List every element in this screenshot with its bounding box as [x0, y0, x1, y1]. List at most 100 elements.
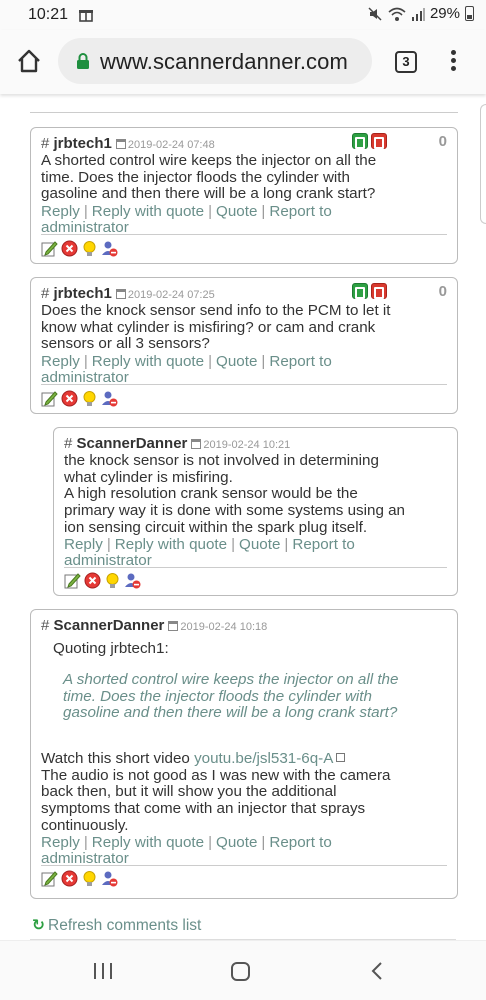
comment-line: symptoms that come with an injector that…: [41, 800, 366, 818]
comment-line: A shorted control wire keeps the injecto…: [41, 152, 377, 169]
reply-with-quote-link[interactable]: Reply with quote: [92, 354, 204, 370]
vote-up-icon[interactable]: [352, 133, 368, 149]
reply-link[interactable]: Reply: [41, 835, 80, 851]
edit-icon[interactable]: [41, 390, 58, 407]
report-link-admin[interactable]: administrator: [64, 552, 152, 568]
quote-link[interactable]: Quote: [216, 354, 257, 370]
comment-line: know what cylinder is misfiring? or cam …: [41, 318, 376, 336]
comment: # ScannerDanner 2019-02-24 10:18 Quoting …: [30, 609, 458, 899]
comment-links: Reply | Reply with quote | Quote | Report to ad…: [64, 537, 355, 567]
comment-date: 2019-02-24 10:21: [203, 439, 291, 451]
comment-permalink[interactable]: #: [41, 617, 49, 634]
comment-permalink[interactable]: #: [64, 435, 72, 452]
delete-icon[interactable]: [84, 572, 101, 589]
vote-up-icon[interactable]: [352, 283, 368, 299]
back-icon[interactable]: [370, 961, 384, 981]
video-link[interactable]: youtu.be/jsl531-6q-A: [194, 750, 333, 767]
quote-line: time. Does the injector floods the cylin…: [63, 687, 372, 705]
reply-with-quote-link[interactable]: Reply with quote: [115, 537, 227, 553]
lightbulb-icon[interactable]: [81, 870, 98, 887]
comment-actions: [64, 572, 141, 589]
report-link-admin[interactable]: administrator: [41, 219, 129, 235]
vote-down-icon[interactable]: [371, 133, 387, 149]
home-nav-icon[interactable]: [231, 962, 250, 981]
comment-line: gasoline and then there will be a long c…: [41, 185, 376, 203]
comment-line: sensors or all 3 sensors?: [41, 335, 210, 353]
comments-section: # jrbtech1 2019-02-24 07:48 0 A shorted c…: [0, 94, 486, 940]
calendar-icon: [168, 621, 179, 631]
wifi-icon: [388, 7, 406, 21]
reply-with-quote-link[interactable]: Reply with quote: [92, 835, 204, 851]
vote-count: 0: [438, 283, 447, 300]
comment-permalink[interactable]: #: [41, 135, 49, 152]
comment-date: 2019-02-24 07:25: [127, 289, 215, 301]
comment-line: time. Does the injector floods the cylin…: [41, 168, 350, 186]
report-link[interactable]: Report to: [292, 537, 354, 553]
comment-line: The audio is not good as I was new with …: [41, 766, 391, 784]
comment-author[interactable]: jrbtech1: [54, 135, 112, 152]
comment-permalink[interactable]: #: [41, 285, 49, 302]
divider: [64, 567, 447, 568]
recent-apps-icon[interactable]: [94, 963, 112, 979]
edit-icon[interactable]: [41, 870, 58, 887]
comment-actions: [41, 390, 118, 407]
block-user-icon[interactable]: [101, 390, 118, 407]
reply-link[interactable]: Reply: [41, 204, 80, 220]
quote-link[interactable]: Quote: [216, 835, 257, 851]
external-link-icon: [336, 753, 346, 762]
comment-author[interactable]: ScannerDanner: [77, 435, 188, 452]
lightbulb-icon[interactable]: [81, 240, 98, 257]
calendar-icon: [115, 289, 126, 299]
report-link[interactable]: Report to: [269, 354, 331, 370]
divider: [41, 865, 447, 866]
block-user-icon[interactable]: [101, 870, 118, 887]
delete-icon[interactable]: [61, 870, 78, 887]
delete-icon[interactable]: [61, 240, 78, 257]
edit-icon[interactable]: [41, 240, 58, 257]
quote-link[interactable]: Quote: [216, 204, 257, 220]
vote-down-icon[interactable]: [371, 283, 387, 299]
quote-line: gasoline and then there will be a long c…: [63, 704, 398, 722]
address-bar[interactable]: www.scannerdanner.com: [58, 38, 372, 84]
report-link[interactable]: Report to: [269, 835, 331, 851]
home-icon[interactable]: [16, 48, 42, 74]
comment-header: # jrbtech1 2019-02-24 07:48: [41, 135, 215, 152]
tab-switcher-button[interactable]: 3: [395, 51, 417, 73]
lightbulb-icon[interactable]: [104, 572, 121, 589]
comment-line: A high resolution crank sensor would be …: [64, 485, 358, 503]
mute-icon: [368, 6, 382, 21]
refresh-comments-link[interactable]: ↻ Refresh comments list: [32, 916, 201, 935]
reply-link[interactable]: Reply: [41, 354, 80, 370]
signal-icon: [411, 7, 425, 21]
report-link-admin[interactable]: administrator: [41, 369, 129, 385]
comment-links: Reply | Reply with quote | Quote | Report to ad…: [41, 204, 332, 234]
comment-author[interactable]: ScannerDanner: [54, 617, 165, 634]
lightbulb-icon[interactable]: [81, 390, 98, 407]
comment-author[interactable]: jrbtech1: [54, 285, 112, 302]
report-link[interactable]: Report to: [269, 204, 331, 220]
reply-link[interactable]: Reply: [64, 537, 103, 553]
refresh-icon: ↻: [32, 917, 45, 934]
comment-body: the knock sensor is not involved in dete…: [64, 452, 405, 537]
comment-line: the knock sensor is not involved in dete…: [64, 452, 379, 469]
more-menu-icon[interactable]: [448, 48, 458, 76]
report-link-admin[interactable]: administrator: [41, 850, 129, 866]
comment-date: 2019-02-24 07:48: [127, 139, 215, 151]
divider: [41, 234, 447, 235]
divider: [30, 112, 458, 113]
comment: # jrbtech1 2019-02-24 07:25 0 Does the kn…: [30, 277, 458, 414]
divider: [41, 384, 447, 385]
vote-count: 0: [438, 133, 447, 150]
delete-icon[interactable]: [61, 390, 78, 407]
reply-with-quote-link[interactable]: Reply with quote: [92, 204, 204, 220]
comment-header: # ScannerDanner 2019-02-24 10:21: [64, 435, 290, 452]
video-prefix: Watch this short video: [41, 750, 195, 767]
comment-body: Watch this short video youtu.be/jsl531-6…: [41, 750, 391, 835]
quote-link[interactable]: Quote: [239, 537, 280, 553]
block-user-icon[interactable]: [101, 240, 118, 257]
quote-line: A shorted control wire keeps the injecto…: [63, 671, 399, 688]
lock-icon: [77, 53, 89, 69]
block-user-icon[interactable]: [124, 572, 141, 589]
comment-line: back then, but it will show you the addi…: [41, 783, 337, 801]
edit-icon[interactable]: [64, 572, 81, 589]
